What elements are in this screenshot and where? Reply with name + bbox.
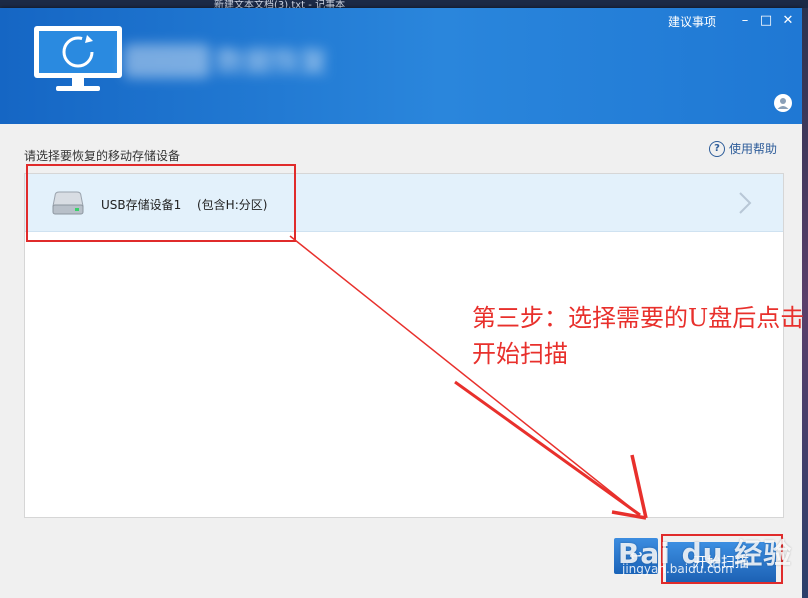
maximize-button[interactable]: □ xyxy=(759,14,773,28)
user-avatar-icon[interactable] xyxy=(774,94,792,112)
annotation-highlight-start xyxy=(661,534,783,584)
window-header: 数据恢复 建议事项 – □ ✕ xyxy=(0,8,802,124)
help-label: 使用帮助 xyxy=(729,142,778,156)
back-button[interactable]: ↩ xyxy=(614,538,658,574)
annotation-highlight-device xyxy=(26,164,296,242)
annotation-text: 第三步：选择需要的U盘后点击开始扫描 xyxy=(472,304,805,368)
background-window-strip: 新建文本文档(3).txt - 记事本 xyxy=(0,0,808,11)
minimize-button[interactable]: – xyxy=(738,14,752,28)
help-question-icon: ? xyxy=(709,140,725,157)
page-subtitle: 请选择要恢复的移动存储设备 xyxy=(24,149,181,163)
suggestions-link[interactable]: 建议事项 xyxy=(668,13,716,30)
help-link[interactable]: ? 使用帮助 xyxy=(709,140,777,157)
close-button[interactable]: ✕ xyxy=(781,14,795,28)
app-title: 数据恢复 xyxy=(124,40,424,84)
monitor-refresh-icon xyxy=(34,26,122,91)
chevron-right-icon xyxy=(739,192,752,214)
